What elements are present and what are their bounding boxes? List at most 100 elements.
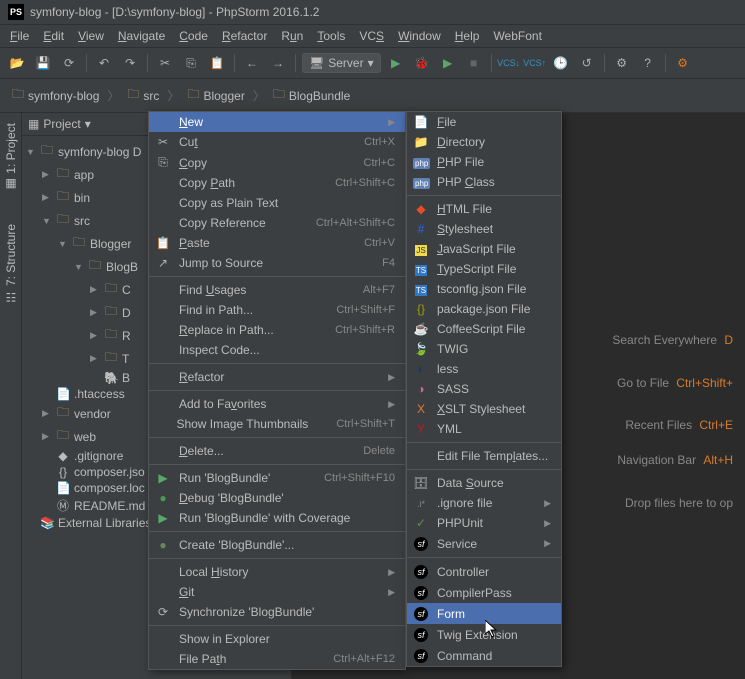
tree-arrow-icon[interactable]: ▶ — [42, 408, 52, 419]
menu-item-phpunit[interactable]: ✓PHPUnit▶ — [407, 513, 561, 533]
tree-arrow-icon[interactable]: ▶ — [90, 307, 100, 318]
menu-item-paste[interactable]: 📋PasteCtrl+V — [149, 233, 405, 253]
menu-item-create-blogbundle[interactable]: ●Create 'BlogBundle'... — [149, 535, 405, 555]
menu-vcs[interactable]: VCS — [353, 27, 390, 45]
menu-tools[interactable]: Tools — [311, 27, 351, 45]
settings-icon[interactable]: ⚙ — [611, 52, 633, 74]
menu-item-sass[interactable]: ◑SASS — [407, 379, 561, 399]
menu-item-find-usages[interactable]: Find UsagesAlt+F7 — [149, 280, 405, 300]
breadcrumb-item[interactable]: 🗀src — [123, 83, 163, 108]
menu-item-file-path[interactable]: File PathCtrl+Alt+F12 — [149, 649, 405, 669]
menu-item-php-file[interactable]: phpPHP File — [407, 152, 561, 172]
menu-code[interactable]: Code — [173, 27, 214, 45]
menu-item-add-to-favorites[interactable]: Add to Favorites▶ — [149, 394, 405, 414]
webfont-icon[interactable]: ⚙ — [672, 52, 694, 74]
menu-item-twig-extension[interactable]: sfTwig Extension — [407, 624, 561, 645]
menu-item-ignore-file[interactable]: .i*.ignore file▶ — [407, 493, 561, 513]
run-configuration-dropdown[interactable]: 🖥 Server ▾ — [302, 53, 381, 73]
save-icon[interactable]: 💾 — [32, 52, 54, 74]
redo-icon[interactable]: ↷ — [119, 52, 141, 74]
breadcrumb-item[interactable]: 🗀Blogger — [183, 83, 248, 108]
menu-item-controller[interactable]: sfController — [407, 561, 561, 582]
menu-item-copy-as-plain-text[interactable]: Copy as Plain Text — [149, 193, 405, 213]
cut-icon[interactable]: ✂ — [154, 52, 176, 74]
menu-item-package-json-file[interactable]: {}package.json File — [407, 299, 561, 319]
menu-help[interactable]: Help — [449, 27, 486, 45]
menu-item-find-in-path[interactable]: Find in Path...Ctrl+Shift+F — [149, 300, 405, 320]
tree-arrow-icon[interactable]: ▶ — [90, 284, 100, 295]
menu-item-typescript-file[interactable]: TSTypeScript File — [407, 259, 561, 279]
menu-item-copy-path[interactable]: Copy PathCtrl+Shift+C — [149, 173, 405, 193]
menu-item-data-source[interactable]: 🗄Data Source — [407, 473, 561, 493]
paste-icon[interactable]: 📋 — [206, 52, 228, 74]
menu-item-run-blogbundle-with-coverage[interactable]: ▶Run 'BlogBundle' with Coverage — [149, 508, 405, 528]
menu-item-cut[interactable]: ✂CutCtrl+X — [149, 132, 405, 152]
debug-icon[interactable]: 🐞 — [411, 52, 433, 74]
help-icon[interactable]: ? — [637, 52, 659, 74]
menu-view[interactable]: View — [72, 27, 110, 45]
menu-item-stylesheet[interactable]: #Stylesheet — [407, 219, 561, 239]
menu-item-debug-blogbundle[interactable]: ●Debug 'BlogBundle' — [149, 488, 405, 508]
breadcrumb-item[interactable]: 🗀BlogBundle — [269, 83, 354, 108]
menu-item-html-file[interactable]: ◆HTML File — [407, 199, 561, 219]
forward-icon[interactable]: → — [267, 52, 289, 74]
menu-item-git[interactable]: Git▶ — [149, 582, 405, 602]
breadcrumb-item[interactable]: 🗀symfony-blog — [8, 83, 103, 108]
menu-item-run-blogbundle[interactable]: ▶Run 'BlogBundle'Ctrl+Shift+F10 — [149, 468, 405, 488]
menu-item-yml[interactable]: YYML — [407, 419, 561, 439]
menu-item-local-history[interactable]: Local History▶ — [149, 562, 405, 582]
sync-icon[interactable]: ⟳ — [58, 52, 80, 74]
menu-item-less[interactable]: ◐less — [407, 359, 561, 379]
tree-arrow-icon[interactable]: ▶ — [90, 330, 100, 341]
menu-item-service[interactable]: sfService▶ — [407, 533, 561, 554]
stop-icon[interactable]: ■ — [463, 52, 485, 74]
menu-item-javascript-file[interactable]: JSJavaScript File — [407, 239, 561, 259]
menu-webfont[interactable]: WebFont — [487, 27, 547, 45]
menu-item-twig[interactable]: 🍃TWIG — [407, 339, 561, 359]
menu-item-coffeescript-file[interactable]: ☕CoffeeScript File — [407, 319, 561, 339]
structure-tool-tab[interactable]: ☷ 7: Structure — [2, 218, 20, 310]
tree-arrow-icon[interactable]: ▶ — [42, 192, 52, 203]
project-tool-tab[interactable]: ▦ 1: Project — [2, 117, 20, 198]
tree-arrow-icon[interactable]: ▶ — [90, 353, 100, 364]
menu-item-refactor[interactable]: Refactor▶ — [149, 367, 405, 387]
menu-item-new[interactable]: New▶ — [149, 112, 405, 132]
menu-item-form[interactable]: sfForm — [407, 603, 561, 624]
back-icon[interactable]: ← — [241, 52, 263, 74]
menu-item-directory[interactable]: 📁Directory — [407, 132, 561, 152]
vcs-update-icon[interactable]: VCS↓ — [498, 52, 520, 74]
menu-item-copy[interactable]: ⎘CopyCtrl+C — [149, 152, 405, 173]
tree-arrow-icon[interactable]: ▶ — [42, 431, 52, 442]
open-icon[interactable]: 📂 — [6, 52, 28, 74]
menu-item-compilerpass[interactable]: sfCompilerPass — [407, 582, 561, 603]
menu-item-show-in-explorer[interactable]: Show in Explorer — [149, 629, 405, 649]
context-menu[interactable]: New▶✂CutCtrl+X⎘CopyCtrl+CCopy PathCtrl+S… — [148, 111, 406, 670]
menu-file[interactable]: File — [4, 27, 35, 45]
menu-item-php-class[interactable]: phpPHP Class — [407, 172, 561, 192]
menu-item-inspect-code[interactable]: Inspect Code... — [149, 340, 405, 360]
menu-item-tsconfig-json-file[interactable]: TStsconfig.json File — [407, 279, 561, 299]
menu-item-jump-to-source[interactable]: ↗Jump to SourceF4 — [149, 253, 405, 273]
menu-run[interactable]: Run — [275, 27, 309, 45]
copy-icon[interactable]: ⎘ — [180, 52, 202, 74]
menu-item-file[interactable]: 📄File — [407, 112, 561, 132]
menu-item-command[interactable]: sfCommand — [407, 645, 561, 666]
vcs-revert-icon[interactable]: ↺ — [576, 52, 598, 74]
new-submenu[interactable]: 📄File📁DirectoryphpPHP FilephpPHP Class ◆H… — [406, 111, 562, 667]
tree-arrow-icon[interactable]: ▼ — [26, 147, 36, 157]
menu-item-copy-reference[interactable]: Copy ReferenceCtrl+Alt+Shift+C — [149, 213, 405, 233]
menu-item-synchronize-blogbundle[interactable]: ⟳Synchronize 'BlogBundle' — [149, 602, 405, 622]
vcs-commit-icon[interactable]: VCS↑ — [524, 52, 546, 74]
coverage-icon[interactable]: ▶ — [437, 52, 459, 74]
menu-item-xslt-stylesheet[interactable]: XXSLT Stylesheet — [407, 399, 561, 419]
run-icon[interactable]: ▶ — [385, 52, 407, 74]
menu-item-delete[interactable]: Delete...Delete — [149, 441, 405, 461]
menu-item-edit-file-templates[interactable]: Edit File Templates... — [407, 446, 561, 466]
tree-arrow-icon[interactable]: ▼ — [42, 216, 52, 226]
menu-refactor[interactable]: Refactor — [216, 27, 273, 45]
tree-arrow-icon[interactable]: ▶ — [42, 169, 52, 180]
menu-item-replace-in-path[interactable]: Replace in Path...Ctrl+Shift+R — [149, 320, 405, 340]
tree-arrow-icon[interactable]: ▼ — [58, 239, 68, 249]
menu-item-show-image-thumbnails[interactable]: Show Image ThumbnailsCtrl+Shift+T — [149, 414, 405, 434]
chevron-down-icon[interactable]: ▾ — [85, 117, 91, 131]
